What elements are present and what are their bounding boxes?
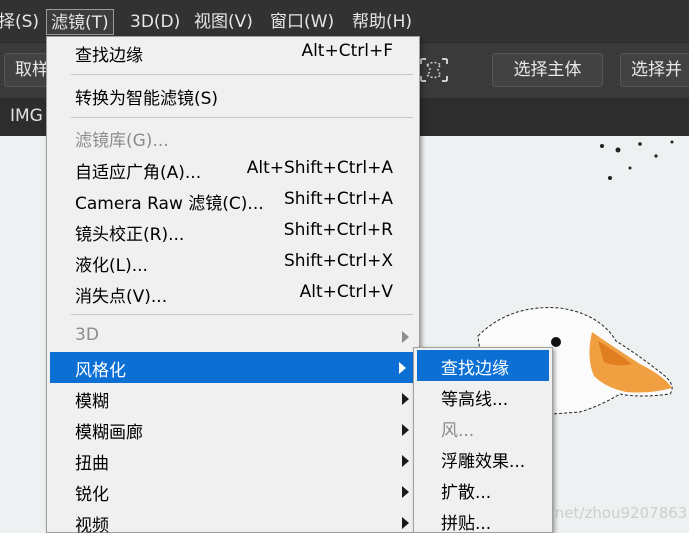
menu-item-filter-gallery: 滤镜库(G)... — [47, 122, 419, 153]
menu-item-label: 滤镜库(G)... — [75, 131, 169, 151]
menu-window[interactable]: 窗口(W) — [266, 9, 338, 35]
menu-item-label: 液化(L)... — [75, 256, 148, 276]
submenu-arrow-icon — [402, 424, 409, 436]
submenu-item-wind: 风... — [414, 412, 552, 443]
menu-item-label: 自适应广角(A)... — [75, 163, 202, 183]
menu-item-3d: 3D — [47, 321, 419, 352]
document-tab[interactable]: IMG — [10, 106, 43, 126]
menu-item-lens-correction[interactable]: 镜头校正(R)... Shift+Ctrl+R — [47, 216, 419, 247]
menu-item-shortcut: Alt+Ctrl+F — [301, 41, 393, 61]
menu-item-vanishing-point[interactable]: 消失点(V)... Alt+Ctrl+V — [47, 278, 419, 309]
menu-separator — [71, 314, 413, 315]
menu-item-shortcut: Shift+Ctrl+X — [283, 251, 393, 271]
filter-menu: 查找边缘 Alt+Ctrl+F 转换为智能滤镜(S) 滤镜库(G)... 自适应… — [46, 36, 420, 533]
submenu-item-label: 等高线... — [441, 390, 509, 410]
submenu-item-emboss[interactable]: 浮雕效果... — [414, 443, 552, 474]
menu-select[interactable]: 择(S) — [0, 9, 43, 35]
submenu-arrow-icon — [402, 331, 409, 343]
menu-filter[interactable]: 滤镜(T) — [46, 9, 114, 35]
menu-item-label: 消失点(V)... — [75, 287, 168, 307]
menu-item-sharpen[interactable]: 锐化 — [47, 476, 419, 507]
menu-item-shortcut: Alt+Shift+Ctrl+A — [246, 158, 393, 178]
menu-separator — [71, 117, 413, 118]
menu-item-shortcut: Shift+Ctrl+R — [283, 220, 393, 240]
menu-item-liquify[interactable]: 液化(L)... Shift+Ctrl+X — [47, 247, 419, 278]
menu-item-distort[interactable]: 扭曲 — [47, 445, 419, 476]
submenu-item-contour[interactable]: 等高线... — [414, 381, 552, 412]
menu-item-adaptive-wide-angle[interactable]: 自适应广角(A)... Alt+Shift+Ctrl+A — [47, 154, 419, 185]
submenu-item-label: 拼贴... — [441, 514, 492, 533]
stylize-submenu: 查找边缘 等高线... 风... 浮雕效果... 扩散... 拼贴... — [413, 347, 553, 533]
menu-item-shortcut: Shift+Ctrl+A — [283, 189, 393, 209]
select-and-mask-button[interactable]: 选择并 — [620, 53, 689, 87]
menu-item-blur[interactable]: 模糊 — [47, 383, 419, 414]
menu-item-label: 镜头校正(R)... — [75, 225, 185, 245]
menu-3d[interactable]: 3D(D) — [126, 9, 184, 35]
menu-item-camera-raw[interactable]: Camera Raw 滤镜(C)... Shift+Ctrl+A — [47, 185, 419, 216]
menu-item-label: 锐化 — [75, 485, 109, 505]
submenu-item-label: 扩散... — [441, 483, 492, 503]
menu-item-video[interactable]: 视频 — [47, 507, 419, 533]
menu-item-label: 模糊 — [75, 392, 109, 412]
submenu-arrow-icon — [402, 486, 409, 498]
menu-item-blur-gallery[interactable]: 模糊画廊 — [47, 414, 419, 445]
menu-item-label: 3D — [75, 325, 99, 345]
submenu-item-find-edges[interactable]: 查找边缘 — [417, 350, 549, 381]
menu-item-label: 扭曲 — [75, 454, 109, 474]
menu-item-label: 转换为智能滤镜(S) — [75, 89, 219, 109]
submenu-arrow-icon — [402, 455, 409, 467]
submenu-arrow-icon — [402, 517, 409, 529]
select-subject-button[interactable]: 选择主体 — [492, 53, 603, 87]
submenu-item-label: 查找边缘 — [441, 359, 509, 379]
submenu-arrow-icon — [399, 362, 406, 374]
menu-item-label: 视频 — [75, 516, 109, 533]
menu-item-label: 查找边缘 — [75, 46, 143, 66]
menu-help[interactable]: 帮助(H) — [348, 9, 416, 35]
menu-item-stylize[interactable]: 风格化 — [50, 352, 416, 383]
menu-item-shortcut: Alt+Ctrl+V — [299, 282, 393, 302]
submenu-item-label: 风... — [441, 421, 475, 441]
menu-item-label: Camera Raw 滤镜(C)... — [75, 194, 264, 214]
menu-item-label: 模糊画廊 — [75, 423, 143, 443]
submenu-arrow-icon — [402, 393, 409, 405]
submenu-item-label: 浮雕效果... — [441, 452, 526, 472]
menu-view[interactable]: 视图(V) — [190, 9, 257, 35]
menu-item-label: 风格化 — [75, 361, 126, 381]
menu-separator — [71, 74, 413, 75]
submenu-item-diffuse[interactable]: 扩散... — [414, 474, 552, 505]
menu-item-convert-smart-filter[interactable]: 转换为智能滤镜(S) — [47, 80, 419, 111]
submenu-item-tiles[interactable]: 拼贴... — [414, 505, 552, 533]
refine-edge-icon[interactable] — [417, 55, 451, 85]
menu-item-find-edges[interactable]: 查找边缘 Alt+Ctrl+F — [47, 37, 419, 68]
